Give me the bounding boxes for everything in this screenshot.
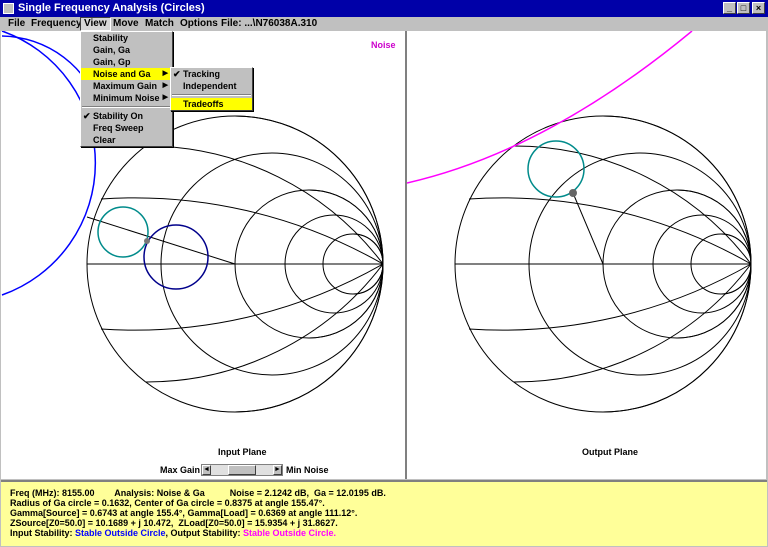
view-dropdown-menu: Stability Gain, Ga Gain, Gp Noise and Ga…	[80, 31, 173, 147]
max-gain-label: Max Gain	[160, 465, 201, 475]
menu-item-minimum-noise[interactable]: Minimum Noise ▶	[81, 92, 172, 104]
checkmark-icon: ✔	[83, 111, 91, 121]
load-ga-circle	[527, 140, 585, 198]
noise-label: Noise	[371, 40, 396, 50]
menu-item-clear[interactable]: Clear	[81, 134, 172, 146]
slider-left-arrow[interactable]: ◄	[202, 465, 211, 475]
menu-options[interactable]: Options	[177, 17, 221, 31]
tracking-label: Tracking	[183, 69, 221, 79]
minimum-noise-label: Minimum Noise	[93, 93, 160, 103]
source-point-marker	[144, 238, 150, 244]
submenu-arrow-icon: ▶	[162, 82, 168, 89]
menu-item-stability[interactable]: Stability	[81, 32, 172, 44]
maximum-gain-label: Maximum Gain	[93, 81, 158, 91]
input-stability-label: Input Stability:	[10, 528, 75, 538]
menu-separator	[172, 94, 251, 96]
menu-item-gain-gp[interactable]: Gain, Gp	[81, 56, 172, 68]
title-bar: Single Frequency Analysis (Circles) _ □ …	[0, 0, 768, 17]
noise-and-ga-label: Noise and Ga	[93, 69, 151, 79]
noise-ga-submenu: ✔ Tracking Independent Tradeoffs	[170, 67, 253, 111]
app-icon[interactable]	[3, 3, 14, 14]
output-stability-label: , Output Stability:	[165, 528, 244, 538]
info-line-ga-circle: Radius of Ga circle = 0.1632, Center of …	[10, 498, 325, 508]
submenu-arrow-icon: ▶	[162, 70, 168, 77]
info-line-stability: Input Stability: Stable Outside Circle, …	[10, 528, 767, 538]
info-line-impedance: ZSource[Z0=50.0] = 10.1689 + j 10.472, Z…	[10, 518, 338, 528]
file-name-display: File: ...\N76038A.310	[221, 18, 318, 29]
load-point-marker	[569, 189, 577, 197]
info-line-freq: Freq (MHz): 8155.00 Analysis: Noise & Ga…	[10, 488, 386, 498]
window-title: Single Frequency Analysis (Circles)	[18, 2, 205, 14]
menu-file[interactable]: File	[5, 17, 28, 31]
close-button[interactable]: ×	[752, 2, 765, 14]
submenu-arrow-icon: ▶	[162, 94, 168, 101]
menu-bar: File Frequency View Move Match Options F…	[0, 17, 768, 31]
output-plane-plot[interactable]: Noise Output Plane	[371, 31, 766, 479]
stability-on-label: Stability On	[93, 111, 144, 121]
input-stability-value: Stable Outside Circle	[75, 528, 166, 538]
submenu-item-tracking[interactable]: ✔ Tracking	[171, 68, 252, 80]
menu-match[interactable]: Match	[142, 17, 177, 31]
output-smith-chart	[407, 31, 752, 413]
output-plane-label: Output Plane	[582, 447, 638, 457]
ga-circle	[97, 206, 149, 258]
noise-circle	[143, 224, 209, 290]
menu-separator	[82, 106, 171, 108]
checkmark-icon: ✔	[173, 69, 181, 79]
output-stability-circle	[407, 31, 693, 184]
menu-item-freq-sweep[interactable]: Freq Sweep	[81, 122, 172, 134]
menu-item-stability-on[interactable]: ✔ Stability On	[81, 110, 172, 122]
menu-item-gain-ga[interactable]: Gain, Ga	[81, 44, 172, 56]
maximize-button[interactable]: □	[737, 2, 750, 14]
submenu-item-independent[interactable]: Independent	[171, 80, 252, 92]
slider-thumb[interactable]	[228, 465, 256, 475]
info-panel: Freq (MHz): 8155.00 Analysis: Noise & Ga…	[1, 480, 767, 546]
output-stability-value: Stable Outside Circle.	[243, 528, 337, 538]
load-gamma-line	[572, 192, 604, 265]
minimize-button[interactable]: _	[723, 2, 736, 14]
slider-right-arrow[interactable]: ►	[273, 465, 282, 475]
menu-move[interactable]: Move	[110, 17, 142, 31]
min-noise-label: Min Noise	[286, 465, 329, 475]
info-line-gamma: Gamma[Source] = 0.6743 at angle 155.4°, …	[10, 508, 358, 518]
menu-view[interactable]: View	[80, 17, 111, 31]
slider-track[interactable]: ◄ ►	[201, 464, 283, 476]
menu-frequency[interactable]: Frequency	[28, 17, 85, 31]
input-plane-label: Input Plane	[218, 447, 267, 457]
menu-item-noise-and-ga[interactable]: Noise and Ga ▶	[81, 68, 172, 80]
submenu-item-tradeoffs[interactable]: Tradeoffs	[171, 98, 252, 110]
menu-item-maximum-gain[interactable]: Maximum Gain ▶	[81, 80, 172, 92]
